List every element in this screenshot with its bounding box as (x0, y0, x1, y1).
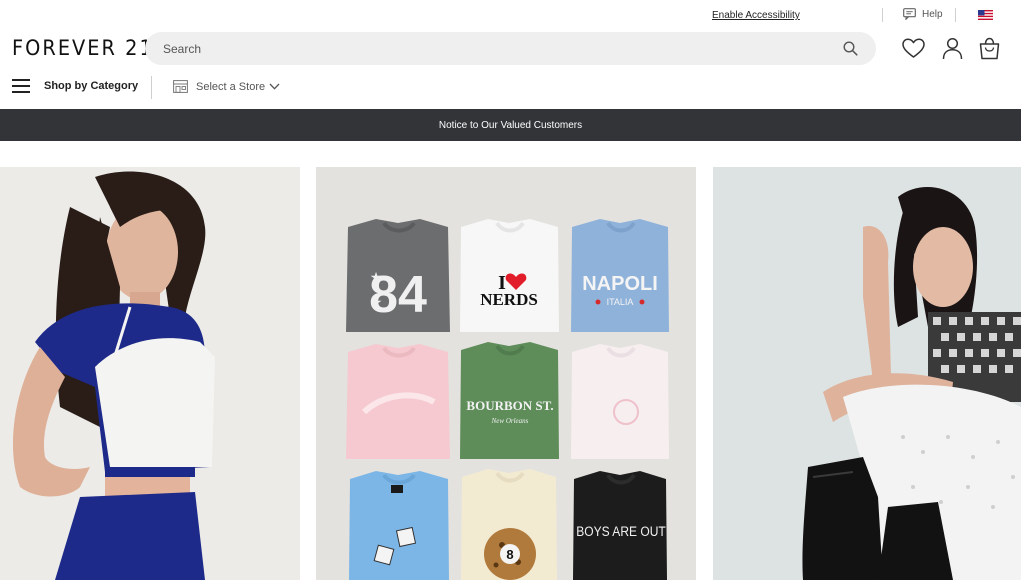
divider (955, 8, 956, 22)
svg-text:★: ★ (370, 294, 383, 310)
select-store-button[interactable]: Select a Store (173, 80, 280, 93)
tee-84: 84 ★ ★ (346, 219, 450, 332)
notice-banner[interactable]: Notice to Our Valued Customers (0, 109, 1021, 141)
svg-text:NERDS: NERDS (480, 290, 538, 309)
tee-napoli: NAPOLI ITALIA (571, 219, 669, 332)
divider (151, 76, 152, 99)
notice-text: Notice to Our Valued Customers (438, 119, 583, 131)
hero-right-image[interactable] (713, 167, 1021, 580)
tee-blue-dice (349, 471, 449, 580)
shopping-bag-icon[interactable] (977, 36, 1002, 61)
tee-bourbon: BOURBON ST. New Orleans (460, 342, 559, 459)
select-store-label: Select a Store (196, 80, 266, 93)
tee-nerds: I NERDS (460, 219, 559, 332)
utility-bar: Enable Accessibility Help (0, 0, 1021, 30)
hamburger-menu-icon (12, 79, 30, 93)
heart-icon[interactable] (901, 36, 926, 61)
svg-text:New Orleans: New Orleans (491, 417, 529, 425)
chat-bubble-icon (903, 8, 916, 20)
forever21-logo[interactable]: FOREVER 21 (12, 36, 154, 60)
chevron-down-icon (269, 83, 280, 90)
tee-white-floral (571, 344, 669, 459)
account-icon[interactable] (940, 36, 965, 61)
help-link[interactable]: Help (903, 8, 943, 20)
us-flag-icon[interactable] (978, 10, 993, 20)
tee-cream-8ball: 8 (461, 469, 557, 580)
search-bar[interactable] (145, 32, 876, 65)
svg-text:BOYS ARE OUT: BOYS ARE OUT (576, 523, 666, 539)
help-label: Help (922, 8, 943, 20)
hero-left-image[interactable] (0, 167, 300, 580)
svg-text:NAPOLI: NAPOLI (582, 273, 658, 295)
enable-accessibility-link[interactable]: Enable Accessibility (712, 10, 800, 21)
shop-by-category-label: Shop by Category (44, 80, 139, 92)
search-icon[interactable] (843, 41, 858, 56)
store-icon (173, 80, 188, 93)
divider (882, 8, 883, 22)
search-input[interactable] (163, 32, 803, 65)
svg-text:BOURBON ST.: BOURBON ST. (466, 398, 553, 413)
tee-black-boys: BOYS ARE OUT (573, 471, 667, 580)
svg-text:ITALIA: ITALIA (607, 297, 634, 307)
svg-text:★: ★ (370, 269, 383, 285)
tee-pink (346, 344, 450, 459)
hero-center-image[interactable]: 84 ★ ★ I NERDS NAPOLI ITALIA BOURBON ST.… (316, 167, 696, 580)
svg-text:8: 8 (506, 547, 513, 562)
shop-by-category-button[interactable]: Shop by Category (12, 79, 138, 93)
